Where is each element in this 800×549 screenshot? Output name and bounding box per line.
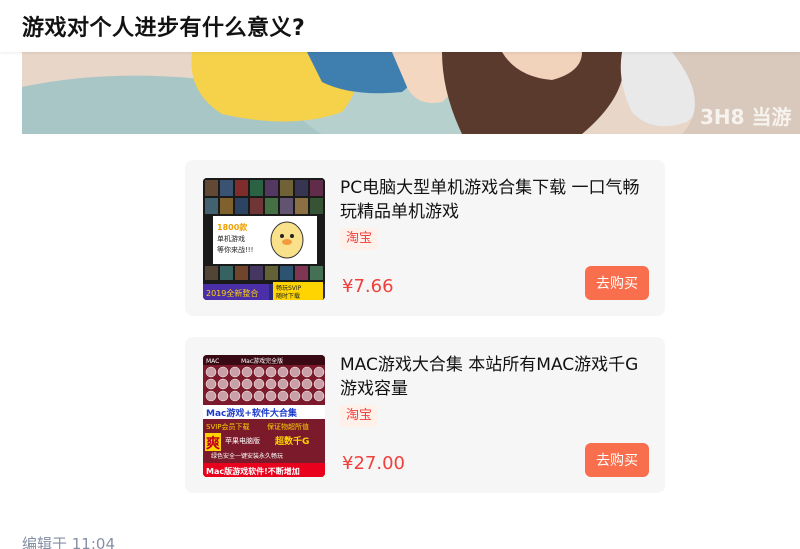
shop-tag: 淘宝: [340, 405, 379, 427]
edited-timestamp: 编辑于 11:04: [22, 535, 115, 549]
mac-games-collage: MAC Mac游戏完全版 Mac游戏+软件大合集 SVIP会员下载 保证物超所值…: [203, 355, 325, 477]
svg-text:爽: 爽: [206, 436, 220, 452]
product-card[interactable]: 1800款 单机游戏 等你来战!!! 2019全新整合 畅玩SVIP 随时下载 …: [185, 160, 665, 316]
svg-text:MAC: MAC: [206, 358, 219, 365]
svg-text:Mac版游戏软件!不断增加: Mac版游戏软件!不断增加: [206, 466, 300, 476]
svg-text:保证物超所值: 保证物超所值: [267, 422, 309, 431]
svg-text:苹果电脑版: 苹果电脑版: [225, 436, 260, 445]
product-title[interactable]: PC电脑大型单机游戏合集下载 一口气畅玩精品单机游戏: [340, 176, 650, 224]
question-header: 游戏对个人进步有什么意义?: [0, 0, 800, 52]
product-title[interactable]: MAC游戏大合集 本站所有MAC游戏千G游戏容量: [340, 353, 650, 401]
svg-text:绿色安全一键安装永久畅玩: 绿色安全一键安装永久畅玩: [211, 452, 283, 460]
banner-illustration: 3H8 当游: [22, 52, 800, 134]
svg-text:1800款: 1800款: [217, 222, 248, 232]
product-card[interactable]: MAC Mac游戏完全版 Mac游戏+软件大合集 SVIP会员下载 保证物超所值…: [185, 337, 665, 493]
svg-text:等你来战!!!: 等你来战!!!: [217, 245, 253, 254]
svg-text:3H8 当游: 3H8 当游: [700, 105, 792, 129]
product-price: ¥7.66: [342, 276, 394, 297]
buy-button[interactable]: 去购买: [585, 266, 649, 300]
shop-tag: 淘宝: [340, 228, 379, 250]
product-thumbnail[interactable]: MAC Mac游戏完全版 Mac游戏+软件大合集 SVIP会员下载 保证物超所值…: [203, 355, 325, 477]
svg-text:Mac游戏完全版: Mac游戏完全版: [241, 357, 283, 365]
svg-text:畅玩SVIP: 畅玩SVIP: [276, 284, 302, 292]
svg-text:SVIP会员下载: SVIP会员下载: [206, 422, 250, 431]
pc-games-collage: 1800款 单机游戏 等你来战!!! 2019全新整合 畅玩SVIP 随时下载: [203, 178, 325, 300]
question-title[interactable]: 游戏对个人进步有什么意义?: [22, 10, 305, 42]
answer-image-banner: 3H8 当游: [22, 52, 800, 134]
buy-button[interactable]: 去购买: [585, 443, 649, 477]
svg-text:2019全新整合: 2019全新整合: [206, 288, 258, 298]
svg-text:超数千G: 超数千G: [274, 435, 309, 447]
svg-text:单机游戏: 单机游戏: [217, 234, 245, 243]
product-price: ¥27.00: [342, 453, 405, 474]
svg-text:随时下载: 随时下载: [276, 292, 300, 300]
svg-text:Mac游戏+软件大合集: Mac游戏+软件大合集: [206, 407, 298, 419]
product-thumbnail[interactable]: 1800款 单机游戏 等你来战!!! 2019全新整合 畅玩SVIP 随时下载: [203, 178, 325, 300]
